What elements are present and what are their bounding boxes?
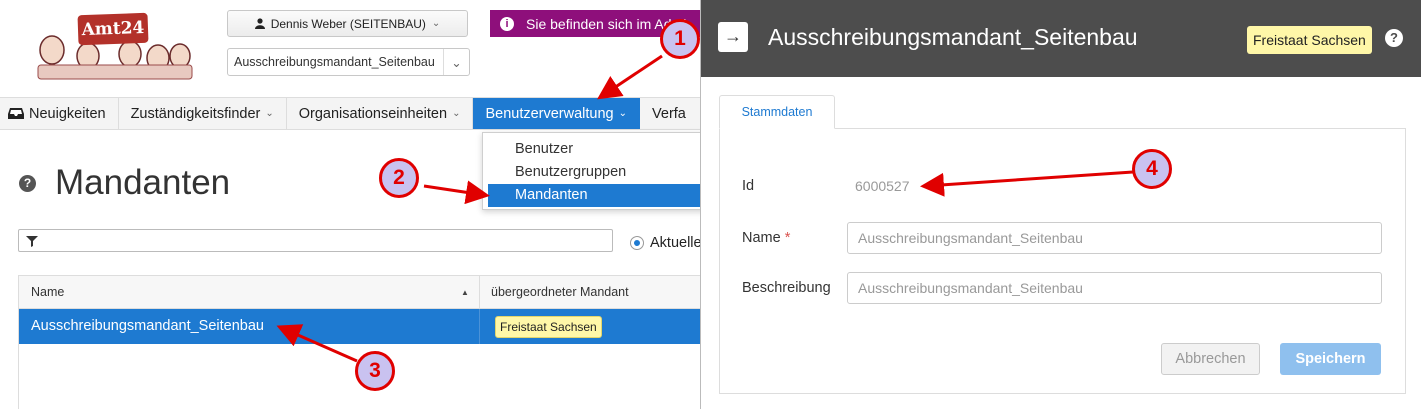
annotation-arrow-1 — [597, 54, 663, 100]
column-divider — [479, 276, 480, 308]
mandant-select-value: Ausschreibungsmandant_Seitenbau — [234, 55, 435, 69]
tab-stammdaten[interactable]: Stammdaten — [719, 95, 835, 129]
chevron-down-icon: ⌄ — [431, 18, 441, 29]
user-name: Dennis Weber (SEITENBAU) — [270, 16, 426, 31]
filter-input[interactable] — [18, 229, 613, 252]
chevron-down-icon: ⌄ — [265, 108, 274, 119]
user-icon — [254, 18, 265, 29]
name-label: Name * — [742, 230, 790, 246]
nav-item-label: Organisationseinheiten — [298, 105, 448, 122]
chevron-down-icon: ⌄ — [443, 49, 469, 75]
dropdown-item-benutzergruppen[interactable]: Benutzergruppen — [515, 164, 626, 180]
nav-item-organisationseinheiten[interactable]: Organisationseinheiten ⌄ — [287, 98, 474, 129]
nav-item-label: Zuständigkeitsfinder — [130, 105, 261, 122]
id-value: 6000527 — [855, 178, 910, 194]
column-header-parent[interactable]: übergeordneter Mandant — [491, 276, 629, 308]
annotation-marker-2: 2 — [379, 158, 419, 198]
description-field[interactable]: Ausschreibungsmandant_Seitenbau — [847, 272, 1382, 304]
aktuelle-radio[interactable] — [630, 236, 644, 250]
chevron-down-icon: ⌄ — [618, 108, 628, 119]
page-title: Mandanten — [55, 163, 231, 202]
table-header: Name ▲ übergeordneter Mandant — [19, 275, 701, 309]
annotation-marker-4: 4 — [1132, 149, 1172, 189]
annotation-marker-1: 1 — [660, 19, 700, 59]
filter-icon — [26, 236, 38, 247]
nav-item-label: Verfa — [652, 105, 686, 122]
help-icon[interactable]: ? — [1385, 29, 1403, 47]
nav-item-label: Benutzerverwaltung — [485, 105, 614, 122]
close-panel-button[interactable]: → — [718, 22, 748, 52]
logo-text: Amt24 — [77, 12, 149, 46]
detail-panel: → Ausschreibungsmandant_Seitenbau Freist… — [700, 0, 1421, 409]
nav-item-label: Neuigkeiten — [29, 105, 106, 122]
info-icon: i — [500, 16, 514, 31]
dropdown-item-benutzer[interactable]: Benutzer — [515, 141, 573, 157]
save-button[interactable]: Speichern — [1280, 343, 1381, 375]
nav-item-neuigkeiten[interactable]: Neuigkeiten — [0, 98, 119, 129]
app-logo[interactable]: Amt24 — [30, 10, 200, 82]
nav-item-verfahren[interactable]: Verfa — [640, 98, 698, 129]
name-label-text: Name — [742, 230, 781, 246]
benutzerverwaltung-dropdown: Benutzer Benutzergruppen Mandanten — [482, 132, 726, 210]
main-nav: Neuigkeiten Zuständigkeitsfinder ⌄ Organ… — [0, 97, 700, 130]
dropdown-item-mandanten[interactable]: Mandanten — [488, 184, 721, 207]
column-header-name[interactable]: Name — [31, 276, 64, 308]
aktuelle-radio-label: Aktueller — [650, 235, 707, 251]
description-label: Beschreibung — [742, 280, 831, 296]
panel-header: → Ausschreibungsmandant_Seitenbau Freist… — [701, 0, 1421, 77]
row-name: Ausschreibungsmandant_Seitenbau — [31, 318, 264, 334]
parent-badge: Freistaat Sachsen — [495, 316, 602, 338]
sort-asc-icon[interactable]: ▲ — [461, 288, 469, 297]
arrow-right-icon: → — [724, 26, 742, 46]
inbox-icon — [8, 108, 24, 119]
nav-item-zustaendigkeitsfinder[interactable]: Zuständigkeitsfinder ⌄ — [119, 98, 287, 129]
parent-mandant-badge: Freistaat Sachsen — [1247, 26, 1372, 54]
name-field[interactable]: Ausschreibungsmandant_Seitenbau — [847, 222, 1382, 254]
nav-item-benutzerverwaltung[interactable]: Benutzerverwaltung ⌄ — [473, 98, 641, 129]
required-marker: * — [784, 230, 791, 246]
mandanten-table: Name ▲ übergeordneter Mandant Ausschreib… — [18, 275, 701, 409]
table-row[interactable]: Ausschreibungsmandant_Seitenbau Freistaa… — [19, 309, 701, 344]
cancel-button[interactable]: Abbrechen — [1161, 343, 1260, 375]
user-menu-button[interactable]: Dennis Weber (SEITENBAU) ⌄ — [227, 10, 468, 37]
annotation-marker-3: 3 — [355, 351, 395, 391]
help-icon[interactable]: ? — [19, 175, 36, 192]
panel-title: Ausschreibungsmandant_Seitenbau — [768, 24, 1138, 50]
annotation-arrow-2 — [423, 180, 490, 205]
column-divider — [479, 309, 480, 344]
id-label: Id — [742, 178, 755, 194]
chevron-down-icon: ⌄ — [452, 108, 461, 119]
mandant-select[interactable]: Ausschreibungsmandant_Seitenbau ⌄ — [227, 48, 470, 76]
